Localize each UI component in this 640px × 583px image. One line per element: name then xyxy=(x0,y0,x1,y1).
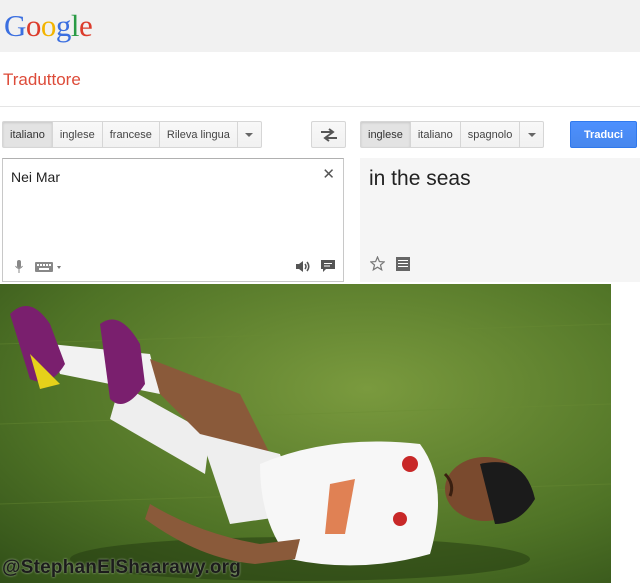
keyboard-icon[interactable] xyxy=(35,262,63,272)
swap-languages-button[interactable] xyxy=(311,121,346,148)
swap-arrows-icon xyxy=(320,127,337,142)
target-lang-dropdown[interactable] xyxy=(520,121,545,148)
logo-letter: G xyxy=(4,8,26,43)
source-lang-detect[interactable]: Rileva lingua xyxy=(159,121,238,148)
translate-button[interactable]: Traduci xyxy=(570,121,637,148)
logo-letter: g xyxy=(55,8,72,43)
top-bar: Google xyxy=(0,0,640,52)
target-lang-spagnolo[interactable]: spagnolo xyxy=(460,121,521,148)
google-logo[interactable]: Google xyxy=(4,8,93,44)
source-text[interactable]: Nei Mar xyxy=(11,169,60,185)
source-language-bar: italiano inglese francese Rileva lingua xyxy=(2,121,262,148)
source-lang-italiano[interactable]: italiano xyxy=(2,121,53,148)
speech-bubble-icon[interactable] xyxy=(321,260,335,273)
chevron-down-icon xyxy=(527,132,536,137)
chevron-down-icon xyxy=(245,132,254,137)
source-text-area[interactable]: Nei Mar ✕ xyxy=(2,158,344,282)
logo-letter: o xyxy=(25,8,42,43)
translation-text: in the seas xyxy=(369,167,471,190)
logo-letter: e xyxy=(79,8,93,43)
player-image xyxy=(0,284,611,583)
target-language-bar: inglese italiano spagnolo xyxy=(360,121,545,148)
source-lang-francese[interactable]: francese xyxy=(102,121,160,148)
target-lang-inglese[interactable]: inglese xyxy=(360,121,411,148)
source-lang-inglese[interactable]: inglese xyxy=(52,121,103,148)
translation-output: in the seas xyxy=(360,158,640,282)
star-icon[interactable] xyxy=(370,256,385,271)
photo-margin xyxy=(611,284,640,583)
microphone-icon[interactable] xyxy=(15,260,23,273)
source-lang-dropdown[interactable] xyxy=(237,121,262,148)
watermark-text: @StephanElShaarawy.org xyxy=(2,557,242,578)
speaker-icon[interactable] xyxy=(295,260,311,273)
football-player-photo xyxy=(0,284,611,583)
page-title: Traduttore xyxy=(3,70,81,89)
logo-letter: o xyxy=(40,8,57,43)
logo-letter: l xyxy=(70,8,80,43)
close-icon[interactable]: ✕ xyxy=(322,165,335,183)
divider xyxy=(0,106,640,107)
list-icon[interactable] xyxy=(396,257,410,271)
target-lang-italiano[interactable]: italiano xyxy=(410,121,461,148)
